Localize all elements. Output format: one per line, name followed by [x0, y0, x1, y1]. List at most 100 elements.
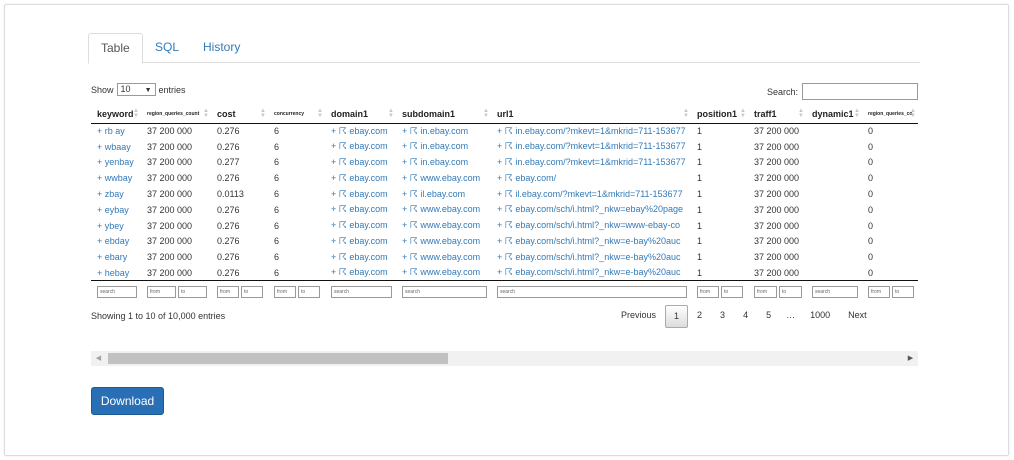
cell-url1[interactable]: + ☈ ebay.com/sch/i.html?_nkw=e-bay%20auc	[491, 265, 691, 282]
cell-url1[interactable]: + ☈ ebay.com/	[491, 170, 691, 186]
cell-region-queries-co: 0	[868, 141, 874, 152]
cell-keyword[interactable]: + ybey	[91, 218, 141, 234]
cell-domain1[interactable]: + ☈ ebay.com	[325, 139, 396, 155]
filter-to-input[interactable]: to	[298, 286, 320, 299]
cell-url1[interactable]: + ☈ ebay.com/sch/i.html?_nkw=www-ebay-co	[491, 218, 691, 234]
cell-domain1[interactable]: + ☈ ebay.com	[325, 249, 396, 265]
filter-from-input[interactable]: from	[754, 286, 777, 299]
cell-subdomain1[interactable]: + ☈ www.ebay.com	[396, 218, 491, 234]
column-header-keyword[interactable]: keyword ▲ ▼	[91, 106, 141, 124]
pagination-next[interactable]: Next	[839, 305, 876, 328]
entries-select[interactable]: 10 ▼	[116, 83, 156, 96]
cell-keyword[interactable]: + zbay	[91, 186, 141, 202]
column-header-region-queries-count[interactable]: region_queries_count ▲ ▼	[141, 106, 211, 124]
cell-domain1[interactable]: + ☈ ebay.com	[325, 123, 396, 139]
cell-region-queries-count: 37 200 000	[147, 126, 193, 137]
cell-domain1[interactable]: + ☈ ebay.com	[325, 155, 396, 171]
filter-from-input[interactable]: from	[274, 286, 296, 299]
filter-search-input[interactable]: search	[812, 286, 858, 299]
cell-url1[interactable]: + ☈ in.ebay.com/?mkevt=1&mkrid=711-15367…	[491, 123, 691, 139]
triangle-left-icon[interactable]: ◀	[91, 351, 106, 366]
cell-keyword[interactable]: + eybay	[91, 202, 141, 218]
table-row: + hebay 37 200 000 0.276 6 + ☈ ebay.com + ☈ w…	[91, 265, 918, 282]
pagination-page[interactable]: 2	[688, 305, 711, 328]
filter-from-input[interactable]: from	[217, 286, 239, 299]
cell-keyword[interactable]: + ebary	[91, 249, 141, 265]
triangle-right-icon[interactable]: ▶	[903, 351, 918, 366]
cell-domain1[interactable]: + ☈ ebay.com	[325, 170, 396, 186]
cell-cost: 0.276	[217, 252, 240, 263]
cell-domain1[interactable]: + ☈ ebay.com	[325, 234, 396, 250]
cell-position1: 1	[697, 252, 703, 263]
cell-subdomain1[interactable]: + ☈ in.ebay.com	[396, 123, 491, 139]
tab-sql[interactable]: SQL	[143, 33, 191, 63]
pagination-page[interactable]: 3	[711, 305, 734, 328]
cell-domain1[interactable]: + ☈ ebay.com	[325, 186, 396, 202]
cell-keyword[interactable]: + yenbay	[91, 155, 141, 171]
search-input[interactable]	[802, 83, 918, 100]
cell-subdomain1[interactable]: + ☈ www.ebay.com	[396, 249, 491, 265]
filter-search-input[interactable]: search	[402, 286, 487, 299]
cell-domain1[interactable]: + ☈ ebay.com	[325, 202, 396, 218]
cell-subdomain1[interactable]: + ☈ in.ebay.com	[396, 139, 491, 155]
cell-url1[interactable]: + ☈ ebay.com/sch/i.html?_nkw=e-bay%20auc	[491, 249, 691, 265]
cell-keyword[interactable]: + wbaay	[91, 139, 141, 155]
cell-subdomain1[interactable]: + ☈ in.ebay.com	[396, 155, 491, 171]
cell-keyword[interactable]: + wwbay	[91, 170, 141, 186]
cell-keyword[interactable]: + rb ay	[91, 123, 141, 139]
cell-subdomain1[interactable]: + ☈ il.ebay.com	[396, 186, 491, 202]
filter-to-input[interactable]: to	[178, 286, 207, 299]
pagination-page[interactable]: 4	[734, 305, 757, 328]
filter-to-input[interactable]: to	[779, 286, 802, 299]
cell-domain1[interactable]: + ☈ ebay.com	[325, 265, 396, 282]
filter-cell: from to	[268, 281, 325, 301]
cell-url1[interactable]: + ☈ in.ebay.com/?mkevt=1&mkrid=711-15367…	[491, 139, 691, 155]
column-header-region-queries-co[interactable]: region_queries_co ▲ ▼	[862, 106, 918, 124]
cell-region-queries-co: 0	[868, 126, 874, 137]
cell-region-queries-co: 0	[868, 173, 874, 184]
download-button[interactable]: Download	[91, 387, 164, 415]
column-header-position1[interactable]: position1 ▲ ▼	[691, 106, 748, 124]
cell-url1[interactable]: + ☈ ebay.com/sch/i.html?_nkw=ebay%20page	[491, 202, 691, 218]
cell-keyword[interactable]: + ebday	[91, 234, 141, 250]
scrollbar-thumb[interactable]	[108, 353, 448, 364]
filter-to-input[interactable]: to	[241, 286, 263, 299]
cell-subdomain1[interactable]: + ☈ www.ebay.com	[396, 234, 491, 250]
cell-domain1[interactable]: + ☈ ebay.com	[325, 218, 396, 234]
cell-subdomain1[interactable]: + ☈ www.ebay.com	[396, 202, 491, 218]
filter-from-input[interactable]: from	[697, 286, 719, 299]
cell-url1[interactable]: + ☈ ebay.com/sch/i.html?_nkw=e-bay%20auc	[491, 234, 691, 250]
cell-traff1: 37 200 000	[754, 220, 800, 231]
cell-url1[interactable]: + ☈ in.ebay.com/?mkevt=1&mkrid=711-15367…	[491, 155, 691, 171]
cell-url1[interactable]: + ☈ il.ebay.com/?mkevt=1&mkrid=711-15367…	[491, 186, 691, 202]
horizontal-scrollbar[interactable]: ◀ ▶	[91, 351, 918, 366]
cell-keyword[interactable]: + hebay	[91, 265, 141, 282]
tab-table[interactable]: Table	[88, 33, 143, 64]
column-header-concurrency[interactable]: concurrency ▲ ▼	[268, 106, 325, 124]
pagination-page[interactable]: 5	[757, 305, 780, 328]
sort-both-icon: ▲ ▼	[203, 108, 209, 119]
filter-to-input[interactable]: to	[721, 286, 743, 299]
pagination-page[interactable]: 1000	[801, 305, 839, 328]
column-header-label: keyword	[97, 109, 134, 120]
cell-concurrency: 6	[274, 173, 280, 184]
cell-subdomain1[interactable]: + ☈ www.ebay.com	[396, 170, 491, 186]
filter-search-input[interactable]: search	[97, 286, 137, 299]
filter-from-input[interactable]: from	[147, 286, 176, 299]
column-header-subdomain1[interactable]: subdomain1 ▲ ▼	[396, 106, 491, 124]
pagination-page[interactable]: 1	[665, 305, 689, 328]
tab-history[interactable]: History	[191, 33, 252, 63]
filter-from-input[interactable]: from	[868, 286, 890, 299]
column-header-url1[interactable]: url1 ▲ ▼	[491, 106, 691, 124]
pagination-previous[interactable]: Previous	[612, 305, 665, 328]
column-header-traff1[interactable]: traff1 ▲ ▼	[748, 106, 806, 124]
filter-search-input[interactable]: search	[497, 286, 687, 299]
column-header-dynamic1[interactable]: dynamic1 ▲ ▼	[806, 106, 862, 124]
column-header-cost[interactable]: cost ▲ ▼	[211, 106, 268, 124]
cell-traff1: 37 200 000	[754, 157, 800, 168]
column-header-domain1[interactable]: domain1 ▲ ▼	[325, 106, 396, 124]
cell-subdomain1[interactable]: + ☈ www.ebay.com	[396, 265, 491, 282]
cell-dynamic1	[806, 139, 862, 155]
filter-to-input[interactable]: to	[892, 286, 914, 299]
filter-search-input[interactable]: search	[331, 286, 392, 299]
